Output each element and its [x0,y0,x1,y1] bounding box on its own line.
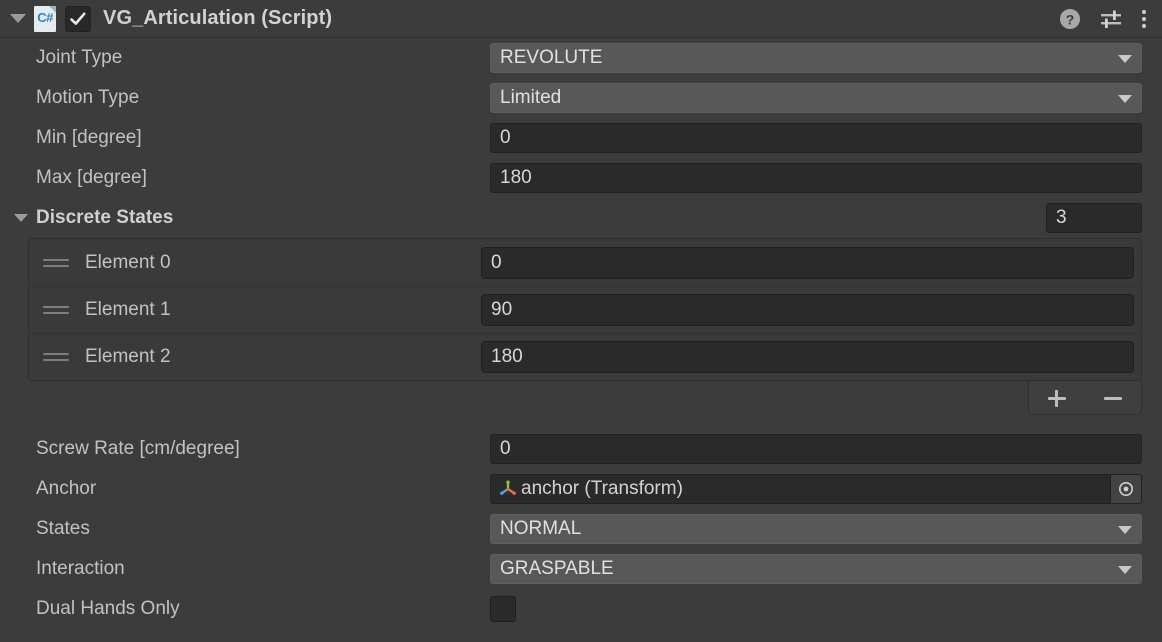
plus-icon-vertical [1055,389,1058,407]
dual-hands-only-label: Dual Hands Only [36,598,180,619]
property-row-min-degree: Min [degree] 0 [0,118,1162,158]
component-foldout-icon[interactable] [10,14,26,23]
element-value-input[interactable]: 90 [481,294,1134,326]
max-degree-input[interactable]: 180 [490,163,1142,193]
max-degree-field-zone: 180 [490,163,1162,193]
property-row-screw-rate: Screw Rate [cm/degree] 0 [0,429,1162,469]
anchor-label: Anchor [36,478,97,499]
interaction-label: Interaction [36,558,125,579]
states-dropdown[interactable]: NORMAL [490,514,1142,544]
list-item: Element 1 90 [29,286,1141,333]
list-action-bar [1028,381,1142,415]
chevron-down-icon [1118,95,1132,103]
discrete-states-header: Discrete States 3 [0,198,1162,238]
anchor-object-field[interactable]: anchor (Transform) [490,474,1142,504]
list-item: Element 2 180 [29,333,1141,380]
inspector-component-panel: C# VG_Articulation (Script) ? Joint Type… [0,0,1162,642]
min-degree-input[interactable]: 0 [490,123,1142,153]
joint-type-dropdown[interactable]: REVOLUTE [490,43,1142,73]
dual-hands-only-checkbox[interactable] [490,596,516,622]
states-label: States [36,518,90,539]
motion-type-field-zone: Limited [490,83,1162,113]
property-row-states: States NORMAL [0,509,1162,549]
discrete-states-size-input[interactable]: 3 [1046,203,1142,233]
target-select-icon [1119,482,1133,496]
component-title: VG_Articulation (Script) [103,7,333,29]
drag-handle-icon[interactable] [43,349,69,365]
discrete-states-label: Discrete States [36,207,174,228]
add-element-button[interactable] [1040,384,1074,412]
anchor-object-picker-button[interactable] [1110,475,1141,503]
motion-type-label: Motion Type [36,87,140,108]
screw-rate-value: 0 [500,438,511,459]
chevron-down-icon [1118,526,1132,534]
drag-handle-icon[interactable] [43,255,69,271]
dual-hands-only-field-zone [490,596,1162,622]
preset-icon[interactable] [1098,7,1124,31]
screw-rate-input[interactable]: 0 [490,434,1142,464]
drag-handle-icon[interactable] [43,302,69,318]
list-item: Element 0 0 [29,239,1141,286]
minus-icon [1104,396,1122,400]
motion-type-dropdown[interactable]: Limited [490,83,1142,113]
min-degree-value: 0 [500,127,511,148]
min-degree-field-zone: 0 [490,123,1162,153]
property-row-anchor: Anchor anchor (Transform) [0,469,1162,509]
component-enabled-checkbox[interactable] [65,5,91,32]
joint-type-label: Joint Type [36,47,123,68]
element-value-input[interactable]: 180 [481,341,1134,373]
discrete-states-list: Element 0 0 Element 1 90 Element 2 180 [28,238,1142,381]
discrete-states-list-footer [28,381,1142,417]
property-row-interaction: Interaction GRASPABLE [0,549,1162,589]
csharp-script-icon: C# [34,5,56,32]
element-value: 180 [491,346,523,367]
element-label: Element 0 [85,251,171,273]
max-degree-label: Max [degree] [36,167,147,188]
property-row-dual-hands-only: Dual Hands Only [0,589,1162,629]
property-row-motion-type: Motion Type Limited [0,78,1162,118]
element-value-input[interactable]: 0 [481,246,1134,279]
chevron-down-icon [1118,55,1132,63]
discrete-states-foldout-icon[interactable] [14,214,28,222]
max-degree-value: 180 [500,167,532,188]
interaction-dropdown[interactable]: GRASPABLE [490,554,1142,584]
anchor-value: anchor (Transform) [521,478,683,499]
chevron-down-icon [1118,566,1132,574]
more-menu-icon[interactable] [1140,7,1148,31]
transform-gizmo-icon [500,480,516,495]
element-label: Element 2 [85,346,171,367]
remove-element-button[interactable] [1096,384,1130,412]
property-row-max-degree: Max [degree] 180 [0,158,1162,198]
svg-text:?: ? [1066,12,1075,28]
min-degree-label: Min [degree] [36,127,142,148]
checkmark-icon [70,12,86,25]
element-label: Element 1 [85,299,171,320]
component-header-icons: ? [1058,0,1148,38]
help-icon[interactable]: ? [1058,7,1082,31]
states-field-zone: NORMAL [490,514,1162,544]
interaction-value: GRASPABLE [500,558,614,579]
element-value: 90 [491,299,513,320]
interaction-field-zone: GRASPABLE [490,554,1162,584]
joint-type-field-zone: REVOLUTE [490,43,1162,73]
screw-rate-label: Screw Rate [cm/degree] [36,438,240,459]
anchor-field-zone: anchor (Transform) [490,474,1162,504]
component-header[interactable]: C# VG_Articulation (Script) ? [0,0,1162,38]
states-value: NORMAL [500,518,582,539]
screw-rate-field-zone: 0 [490,434,1162,464]
discrete-states-size-value: 3 [1056,207,1067,228]
motion-type-value: Limited [500,87,562,108]
property-row-joint-type: Joint Type REVOLUTE [0,38,1162,78]
element-value: 0 [491,251,502,273]
joint-type-value: REVOLUTE [500,47,603,68]
script-icon-label: C# [37,9,53,25]
